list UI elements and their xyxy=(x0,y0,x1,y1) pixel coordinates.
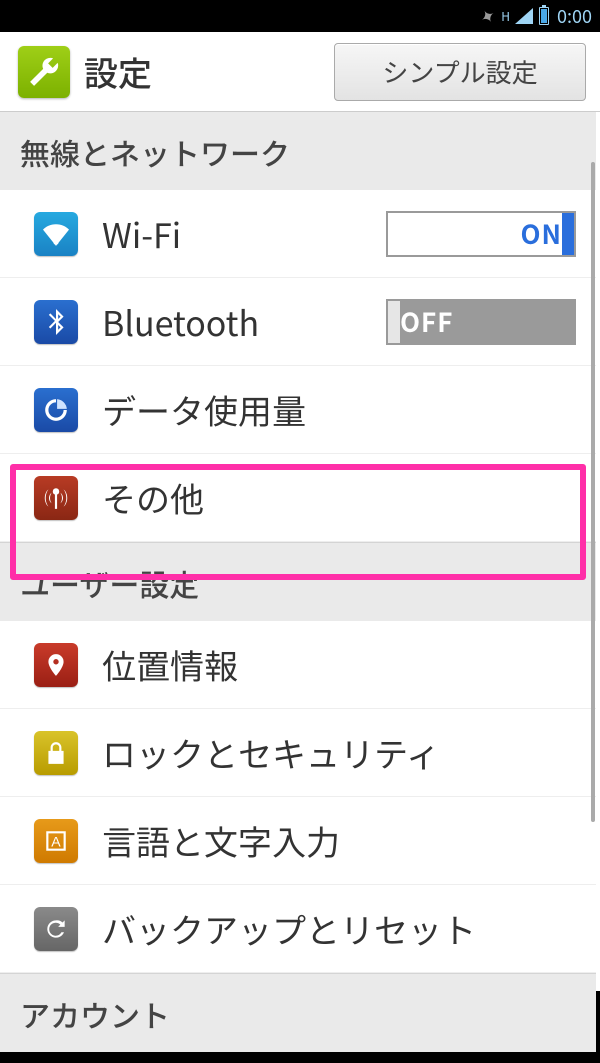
signal-icon xyxy=(515,8,533,24)
page-title: 設定 xyxy=(84,47,152,96)
antenna-icon xyxy=(34,476,78,520)
settings-app-icon xyxy=(18,46,70,98)
clock: 0:00 xyxy=(557,3,592,29)
row-wifi[interactable]: Wi-Fi ON xyxy=(0,190,596,278)
row-add-account[interactable]: アカウントを追加 xyxy=(0,1052,596,1063)
bluetooth-icon xyxy=(34,300,78,344)
row-lock-security[interactable]: ロックとセキュリティ xyxy=(0,709,596,797)
section-header-user: ユーザー設定 xyxy=(0,542,596,621)
location-icon xyxy=(34,643,78,687)
row-label: 言語と文字入力 xyxy=(102,816,576,865)
settings-scroll-area[interactable]: 無線とネットワーク Wi-Fi ON Bluetooth OFF データ使用量 xyxy=(0,112,600,991)
wifi-icon xyxy=(34,212,78,256)
section-header-wireless: 無線とネットワーク xyxy=(0,112,596,190)
row-label: バックアップとリセット xyxy=(102,904,576,953)
row-more-wireless[interactable]: その他 xyxy=(0,454,596,542)
scrollbar-thumb[interactable] xyxy=(591,162,595,822)
backup-icon xyxy=(34,907,78,951)
row-label: データ使用量 xyxy=(102,385,576,434)
data-type-indicator: H xyxy=(501,8,509,25)
battery-icon xyxy=(539,7,549,25)
status-bar: ✦ H 0:00 xyxy=(0,0,600,32)
simple-mode-button[interactable]: シンプル設定 xyxy=(334,43,586,101)
bluetooth-toggle[interactable]: OFF xyxy=(386,299,576,345)
row-bluetooth[interactable]: Bluetooth OFF xyxy=(0,278,596,366)
row-label: その他 xyxy=(102,473,576,522)
row-label: Bluetooth xyxy=(102,297,362,346)
data-usage-icon xyxy=(34,388,78,432)
app-header: 設定 シンプル設定 xyxy=(0,32,600,112)
row-label: ロックとセキュリティ xyxy=(102,728,576,777)
row-backup-reset[interactable]: バックアップとリセット xyxy=(0,885,596,973)
svg-text:A: A xyxy=(51,833,61,849)
row-data-usage[interactable]: データ使用量 xyxy=(0,366,596,454)
row-label: 位置情報 xyxy=(102,640,576,689)
section-header-account: アカウント xyxy=(0,973,596,1052)
wifi-toggle[interactable]: ON xyxy=(386,211,576,257)
row-language-input[interactable]: A 言語と文字入力 xyxy=(0,797,596,885)
row-label: Wi-Fi xyxy=(102,209,362,258)
row-location[interactable]: 位置情報 xyxy=(0,621,596,709)
language-input-icon: A xyxy=(34,819,78,863)
lock-icon xyxy=(34,731,78,775)
ringer-vibrate-icon: ✦ xyxy=(475,1,501,31)
